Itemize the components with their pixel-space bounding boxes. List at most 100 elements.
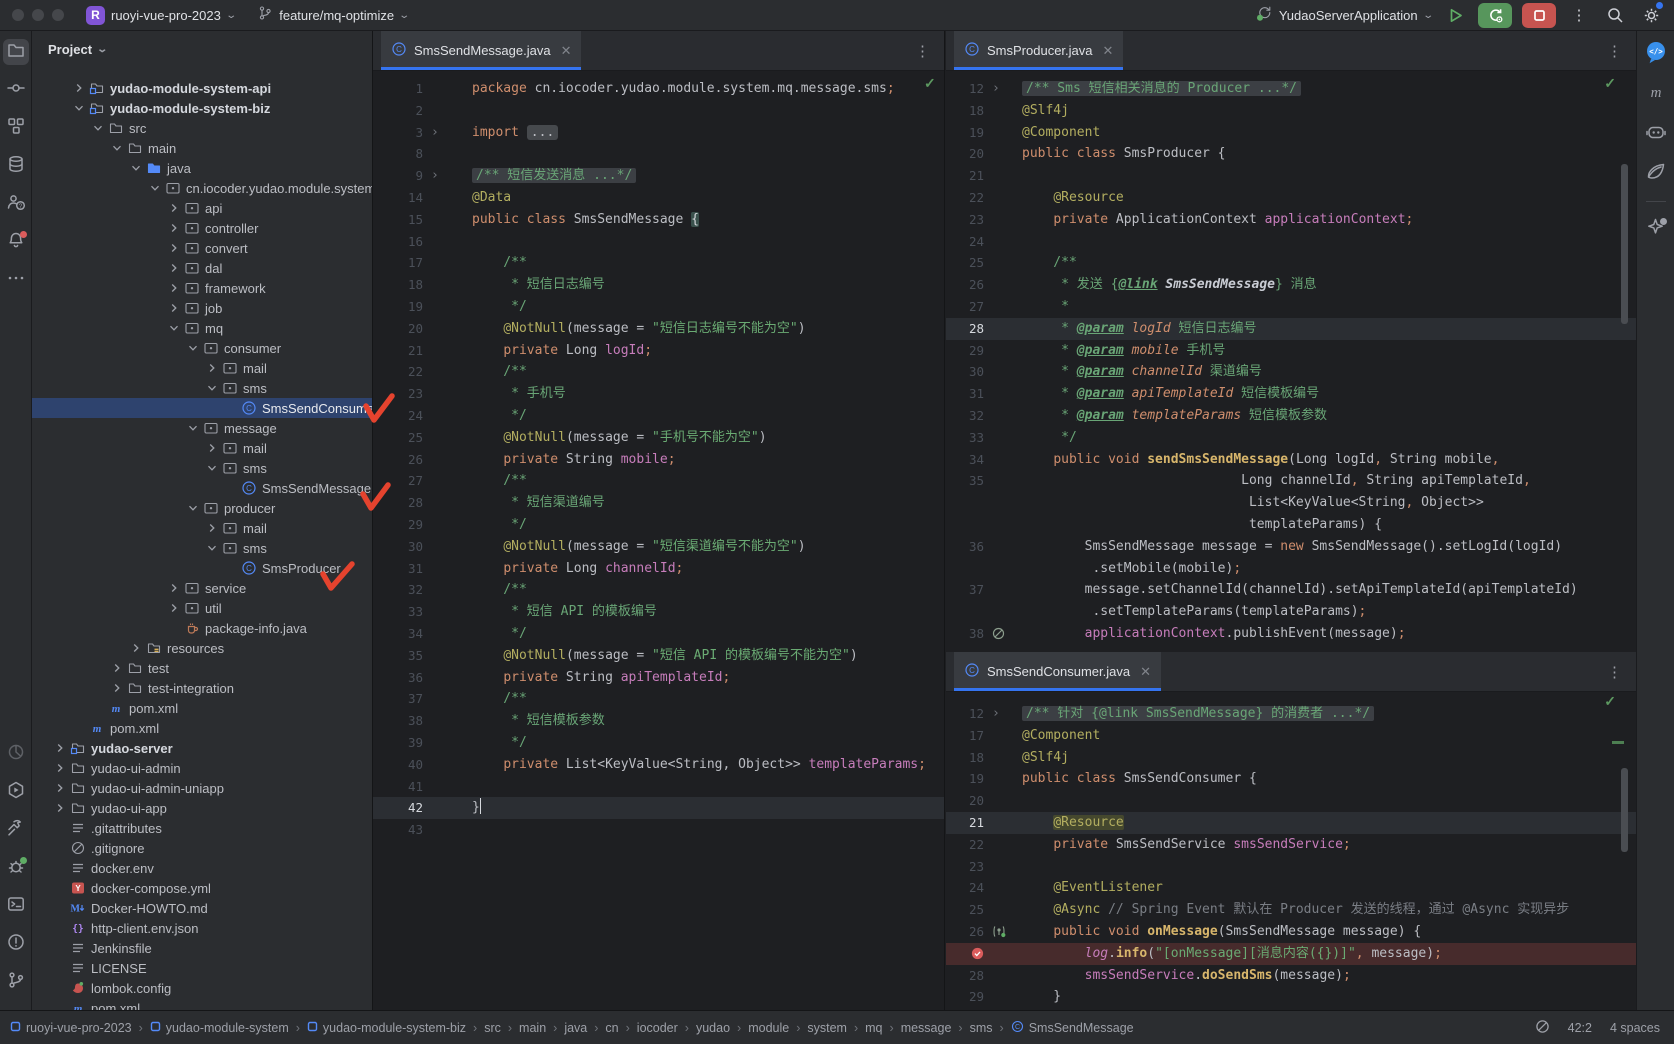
tree-item-java[interactable]: java (32, 158, 372, 178)
line-number[interactable]: 22 (946, 187, 984, 209)
learn-tool-button[interactable]: ? (3, 191, 29, 217)
chevron-open-icon[interactable] (185, 420, 201, 436)
code-line[interactable]: 3›import ... (373, 122, 944, 144)
line-number[interactable]: 30 (373, 536, 423, 558)
code-line[interactable]: 37 /** (373, 688, 944, 710)
code-line[interactable]: 25 @Async // Spring Event 默认在 Producer 发… (946, 899, 1636, 921)
tree-item-SmsSendMessage[interactable]: CSmsSendMessage (32, 478, 372, 498)
tree-item-lombok.config[interactable]: lombok.config (32, 978, 372, 998)
tree-item-Docker-HOWTO.md[interactable]: MDocker-HOWTO.md (32, 898, 372, 918)
terminal-tool-button[interactable] (3, 893, 29, 919)
line-number[interactable]: 37 (946, 579, 984, 601)
line-number[interactable]: 18 (373, 274, 423, 296)
code-line[interactable]: 31 * @param apiTemplateId 短信模板编号 (946, 383, 1636, 405)
code-line[interactable]: 19 */ (373, 296, 944, 318)
tree-item-mq[interactable]: mq (32, 318, 372, 338)
chevron-open-icon[interactable] (204, 380, 220, 396)
chevron-closed-icon[interactable] (52, 760, 68, 776)
code-line[interactable]: 21 private Long logId; (373, 340, 944, 362)
line-number[interactable]: 18 (946, 100, 984, 122)
settings-button[interactable] (1638, 2, 1664, 28)
breadcrumb-item[interactable]: iocoder (637, 1021, 678, 1035)
tree-item-yudao-server[interactable]: yudao-server (32, 738, 372, 758)
scrollbar-thumb[interactable] (1621, 768, 1628, 852)
chevron-closed-icon[interactable] (71, 80, 87, 96)
breadcrumb-item[interactable]: yudao-module-system-biz (307, 1021, 466, 1035)
run-config-widget[interactable]: YudaoServerApplication ⌄ (1255, 4, 1432, 27)
breadcrumb-item[interactable]: system (807, 1021, 847, 1035)
chevron-closed-icon[interactable] (166, 220, 182, 236)
tree-item-yudao-ui-app[interactable]: yudao-ui-app (32, 798, 372, 818)
database-tool-button[interactable] (3, 153, 29, 179)
project-folder-tool-button[interactable] (3, 39, 29, 65)
line-number[interactable]: 23 (373, 383, 423, 405)
notifications-tool-button[interactable] (3, 229, 29, 255)
code-line[interactable]: 18@Slf4j (946, 747, 1636, 769)
connection-status-icon[interactable] (1535, 1019, 1550, 1037)
tree-item-util[interactable]: util (32, 598, 372, 618)
tree-item-pom.xml[interactable]: mpom.xml (32, 718, 372, 738)
code-editor[interactable]: 1package cn.iocoder.yudao.module.system.… (373, 71, 944, 841)
tree-item-main[interactable]: main (32, 138, 372, 158)
chevron-open-icon[interactable] (147, 180, 163, 196)
line-number[interactable]: 1 (373, 78, 423, 100)
breadcrumb-item[interactable]: mq (865, 1021, 882, 1035)
line-number[interactable]: 32 (946, 405, 984, 427)
line-number[interactable]: 20 (373, 318, 423, 340)
tab-close-icon[interactable]: ✕ (561, 43, 572, 59)
chevron-closed-icon[interactable] (109, 660, 125, 676)
line-number[interactable]: 19 (373, 296, 423, 318)
code-line[interactable]: 2 (373, 100, 944, 122)
line-number[interactable]: 19 (946, 122, 984, 144)
code-line[interactable]: 18 * 短信日志编号 (373, 274, 944, 296)
code-line[interactable]: 27 /** (373, 470, 944, 492)
code-line[interactable]: 12›/** Sms 短信相关消息的 Producer ...*/ (946, 78, 1636, 100)
code-line[interactable]: 24 (946, 231, 1636, 253)
ai-chat-tool-button[interactable]: </> (1643, 41, 1669, 67)
commit-tool-button[interactable] (3, 77, 29, 103)
code-line[interactable]: 28 * @param logId 短信日志编号 (946, 318, 1636, 340)
tree-item-test-integration[interactable]: test-integration (32, 678, 372, 698)
tree-item-http-client.env.json[interactable]: {}http-client.env.json (32, 918, 372, 938)
line-number[interactable]: 37 (373, 688, 423, 710)
chevron-closed-icon[interactable] (204, 360, 220, 376)
code-line[interactable]: 17 /** (373, 252, 944, 274)
tree-item-test[interactable]: test (32, 658, 372, 678)
tree-item-resources[interactable]: resources (32, 638, 372, 658)
line-number[interactable]: 17 (373, 252, 423, 274)
line-number[interactable]: 8 (373, 143, 423, 165)
chevron-closed-icon[interactable] (128, 640, 144, 656)
code-line[interactable]: 22 private SmsSendService smsSendService… (946, 834, 1636, 856)
line-number[interactable]: 34 (946, 449, 984, 471)
inspection-ok-icon[interactable]: ✓ (1604, 693, 1616, 710)
line-number[interactable]: 12 (946, 78, 984, 100)
line-number[interactable]: 23 (946, 209, 984, 231)
editor-options-button[interactable]: ⋮ (915, 31, 930, 70)
line-number[interactable]: 39 (373, 732, 423, 754)
code-line[interactable]: 26 private String mobile; (373, 449, 944, 471)
code-line[interactable]: 34 */ (373, 623, 944, 645)
line-number[interactable]: 16 (373, 231, 423, 253)
line-number[interactable]: 27 (946, 296, 984, 318)
code-line[interactable]: 12›/** 针对 {@link SmsSendMessage} 的消费者 ..… (946, 703, 1636, 725)
line-number[interactable]: 30 (946, 361, 984, 383)
code-line[interactable]: 26 * 发送 {@link SmsSendMessage} 消息 (946, 274, 1636, 296)
code-line[interactable]: 8 (373, 143, 944, 165)
structure-tool-button[interactable] (3, 115, 29, 141)
code-line[interactable]: 21 (946, 165, 1636, 187)
code-line[interactable]: 32 * @param templateParams 短信模板参数 (946, 405, 1636, 427)
code-line[interactable]: 1package cn.iocoder.yudao.module.system.… (373, 78, 944, 100)
breadcrumb-item[interactable]: src (484, 1021, 501, 1035)
code-line[interactable]: 20public class SmsProducer { (946, 143, 1636, 165)
tree-item-yudao-ui-admin-uniapp[interactable]: yudao-ui-admin-uniapp (32, 778, 372, 798)
chevron-open-icon[interactable] (128, 160, 144, 176)
window-zoom-button[interactable] (52, 9, 64, 21)
code-line[interactable]: 29 } (946, 986, 1636, 1008)
tree-item-package-info.java[interactable]: package-info.java (32, 618, 372, 638)
tree-item-api[interactable]: api (32, 198, 372, 218)
tab-SmsProducer.java[interactable]: CSmsProducer.java✕ (954, 31, 1123, 70)
line-number[interactable]: 26 (373, 449, 423, 471)
chevron-open-icon[interactable] (71, 100, 87, 116)
tree-item-SmsSendConsumer[interactable]: CSmsSendConsumer (32, 398, 372, 418)
branch-widget[interactable]: feature/mq-optimize ⌄ (257, 5, 408, 26)
